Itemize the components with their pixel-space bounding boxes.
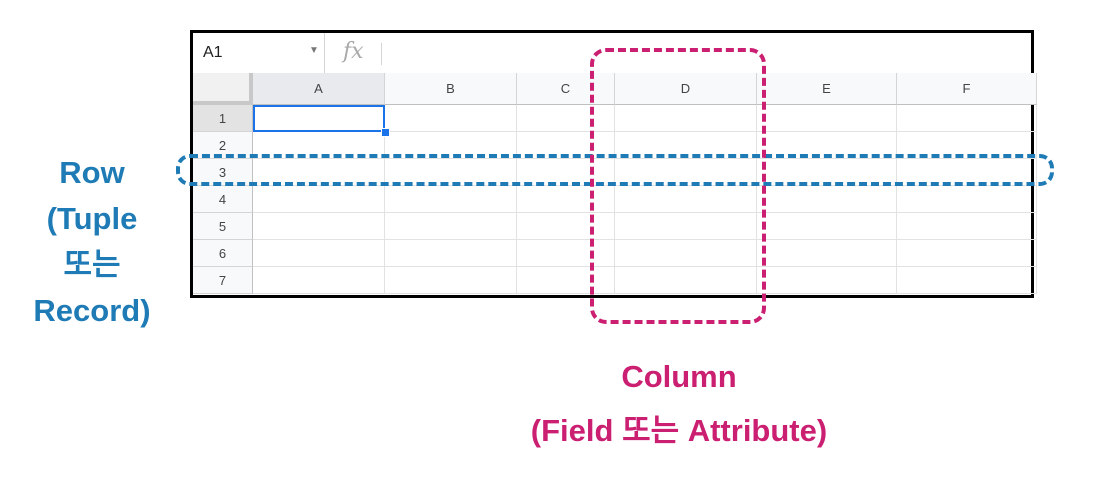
column-annotation-line: Column <box>621 359 737 394</box>
cell-b4[interactable] <box>385 186 517 213</box>
cell-f4[interactable] <box>897 186 1037 213</box>
cell-b1[interactable] <box>385 105 517 132</box>
cell-b6[interactable] <box>385 240 517 267</box>
fill-handle[interactable] <box>381 128 390 137</box>
caret-down-icon[interactable]: ▼ <box>309 45 319 56</box>
cell-e4[interactable] <box>757 186 897 213</box>
selected-cell-outline <box>253 105 385 132</box>
name-box-value: A1 <box>203 44 223 61</box>
row-header-7[interactable]: 7 <box>193 267 253 294</box>
cell-b5[interactable] <box>385 213 517 240</box>
cell-f5[interactable] <box>897 213 1037 240</box>
row-annotation: Row (Tuple 또는 Record) <box>12 150 172 334</box>
cell-f1[interactable] <box>897 105 1037 132</box>
column-header-b[interactable]: B <box>385 73 517 105</box>
row-header-4[interactable]: 4 <box>193 186 253 213</box>
row-annotation-line: (Tuple <box>46 201 138 236</box>
cell-e7[interactable] <box>757 267 897 294</box>
cell-b7[interactable] <box>385 267 517 294</box>
cell-a6[interactable] <box>253 240 385 267</box>
column-header-e[interactable]: E <box>757 73 897 105</box>
cell-e1[interactable] <box>757 105 897 132</box>
cell-f7[interactable] <box>897 267 1037 294</box>
column-annotation-line: (Field 또는 Attribute) <box>530 413 828 448</box>
column-highlight-outline <box>590 48 766 324</box>
column-header-a[interactable]: A <box>253 73 385 105</box>
row-annotation-line: 또는 <box>63 247 121 282</box>
cell-e5[interactable] <box>757 213 897 240</box>
cell-a7[interactable] <box>253 267 385 294</box>
name-box[interactable]: A1 ▼ <box>193 33 325 73</box>
formula-divider <box>381 43 382 65</box>
cell-f6[interactable] <box>897 240 1037 267</box>
select-all-corner[interactable] <box>193 73 253 105</box>
row-annotation-line: Row <box>59 155 125 190</box>
cell-e6[interactable] <box>757 240 897 267</box>
fx-icon: fx <box>343 39 364 64</box>
row-header-6[interactable]: 6 <box>193 240 253 267</box>
cell-a4[interactable] <box>253 186 385 213</box>
row-annotation-line: Record) <box>33 293 151 328</box>
column-header-f[interactable]: F <box>897 73 1037 105</box>
row-header-1[interactable]: 1 <box>193 105 253 132</box>
column-annotation: Column (Field 또는 Attribute) <box>479 350 879 458</box>
row-header-5[interactable]: 5 <box>193 213 253 240</box>
cell-a5[interactable] <box>253 213 385 240</box>
